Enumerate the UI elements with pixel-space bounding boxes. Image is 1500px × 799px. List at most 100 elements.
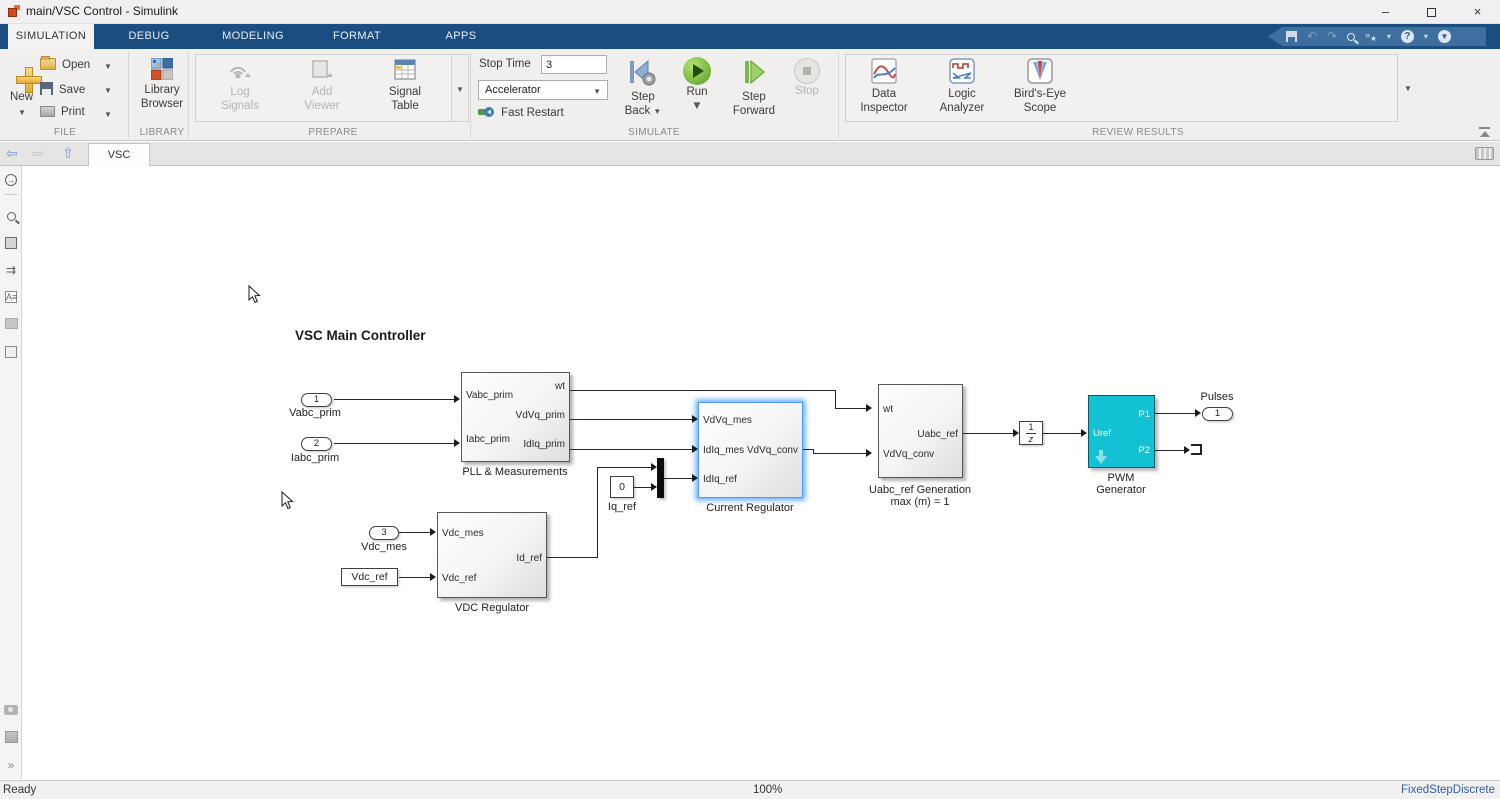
wire-id-ref[interactable] [547, 557, 597, 558]
add-viewer-button[interactable]: Add Viewer [282, 58, 362, 113]
constant-block[interactable]: 0 [610, 476, 634, 498]
print-button[interactable]: Print▼ [40, 106, 85, 124]
collapse-ribbon-icon[interactable] [1478, 127, 1491, 137]
restore-button[interactable] [1409, 0, 1454, 24]
pwm-generator-block[interactable]: Uref P1 P2 [1088, 395, 1155, 468]
image-icon[interactable] [0, 318, 22, 332]
wire-uabc-ref[interactable] [963, 433, 1013, 434]
minimize-button[interactable]: – [1363, 0, 1408, 24]
outport-1[interactable]: 1 [1202, 407, 1233, 421]
wire-p2[interactable] [1155, 450, 1184, 451]
stop-button[interactable]: Stop [767, 58, 847, 98]
up-to-parent-icon[interactable]: ⇧ [62, 145, 74, 162]
wire[interactable] [399, 532, 430, 533]
fast-restart-toggle[interactable]: Fast Restart [478, 106, 564, 119]
account-icon[interactable]: ▼ [1438, 30, 1451, 43]
redo-icon[interactable]: ↷ [1327, 27, 1337, 46]
wire[interactable] [570, 419, 692, 420]
mux-block[interactable] [657, 458, 664, 498]
wire-vdvq-conv[interactable] [803, 449, 813, 450]
unit-delay-block[interactable]: 1 z [1019, 421, 1043, 445]
quick-access-toolbar: ↶ ↷ »★ ▾ ? ▾ ▼ [1268, 27, 1486, 46]
library-browser-button[interactable]: Library Browser [122, 58, 202, 111]
birds-eye-scope-icon [1026, 58, 1054, 84]
back-icon[interactable]: ⇦ [6, 145, 18, 162]
wire-id-ref[interactable] [597, 467, 651, 468]
keyboard-icon[interactable] [1475, 147, 1494, 160]
model-canvas[interactable]: VSC Main Controller 1 Vabc_prim 2 Iabc_p… [22, 166, 1500, 779]
new-icon [16, 67, 42, 93]
tab-apps[interactable]: APPS [412, 24, 510, 49]
log-signals-button[interactable]: Log Signals [200, 58, 280, 113]
open-button[interactable]: Open▼ [40, 58, 90, 76]
vdc-ref-source-block[interactable]: Vdc_ref [341, 568, 398, 586]
pwm-generator-caption: PWM [1061, 472, 1181, 484]
inport-2[interactable]: 2 [301, 437, 332, 451]
wire-vdvq-conv[interactable] [813, 453, 866, 454]
inport-3[interactable]: 3 [369, 526, 399, 540]
pwm-mask-arrow-icon [1095, 450, 1107, 464]
wire[interactable] [570, 449, 692, 450]
ribbon-toolstrip: New ▼ Open▼ Save▼ Print▼ FILE Library Br… [0, 49, 1500, 141]
search-icon[interactable] [1347, 33, 1355, 41]
undo-icon[interactable]: ↶ [1307, 27, 1317, 46]
forward-icon[interactable]: ⇨ [32, 145, 44, 162]
terminator-block[interactable] [1191, 444, 1202, 455]
section-file: FILE [20, 127, 110, 138]
wire-p1[interactable] [1155, 413, 1195, 414]
palette-more-icon[interactable]: » [0, 758, 22, 772]
wire[interactable] [664, 478, 692, 479]
close-button[interactable]: × [1455, 0, 1500, 24]
section-library: LIBRARY [117, 127, 207, 138]
current-regulator-block[interactable]: VdVq_mes IdIq_mes IdIq_ref VdVq_conv [698, 402, 803, 498]
uabc-ref-generation-block[interactable]: wt VdVq_conv Uabc_ref [878, 384, 963, 478]
zoom-icon[interactable] [0, 210, 22, 224]
pll-measurements-block[interactable]: Vabc_prim Iabc_prim wt VdVq_prim IdIq_pr… [461, 372, 570, 462]
dropdown-icon[interactable]: ▾ [1387, 32, 1391, 41]
wire[interactable] [634, 487, 651, 488]
open-icon [40, 58, 56, 70]
model-breadcrumb-tab[interactable]: VSC Control [88, 143, 150, 166]
wire[interactable] [399, 577, 430, 578]
tab-format[interactable]: FORMAT [312, 24, 402, 49]
tab-modeling[interactable]: MODELING [204, 24, 302, 49]
inport-1[interactable]: 1 [301, 393, 332, 407]
birds-eye-scope-button[interactable]: Bird's-Eye Scope [1000, 58, 1080, 115]
vdc-regulator-block[interactable]: Vdc_mes Vdc_ref Id_ref [437, 512, 547, 598]
area-box-icon[interactable] [0, 346, 22, 361]
logic-analyzer-button[interactable]: Logic Analyzer [922, 58, 1002, 115]
screenshot-icon[interactable] [0, 704, 22, 718]
dropdown-icon[interactable]: ▾ [1424, 32, 1428, 41]
signal-table-button[interactable]: Signal Table [365, 58, 445, 113]
prepare-gallery-expand[interactable]: ▼ [452, 54, 469, 122]
wire-id-ref[interactable] [597, 467, 598, 558]
viewmarks-icon[interactable] [0, 731, 22, 746]
add-to-toolbar-icon[interactable]: »★ [1365, 26, 1377, 48]
logic-analyzer-icon [948, 58, 976, 84]
hide-browser-icon[interactable]: → [0, 172, 22, 186]
wire-wt[interactable] [835, 390, 836, 408]
tab-simulation[interactable]: SIMULATION [8, 24, 94, 49]
title-bar: main/VSC Control - Simulink – × [0, 0, 1500, 24]
wire-wt[interactable] [835, 408, 866, 409]
tab-debug[interactable]: DEBUG [104, 24, 194, 49]
annotation-icon[interactable]: A≡ [0, 291, 22, 303]
stop-time-input[interactable] [541, 55, 607, 74]
current-regulator-caption: Current Regulator [690, 502, 810, 514]
wire-wt[interactable] [570, 390, 835, 391]
fit-to-view-icon[interactable] [0, 237, 22, 252]
wire[interactable] [1043, 433, 1081, 434]
wire[interactable] [334, 443, 454, 444]
simulation-mode-select[interactable]: Accelerator▼ [478, 80, 608, 100]
route-signals-icon[interactable]: ⇉ [0, 263, 22, 277]
help-icon[interactable]: ? [1401, 30, 1414, 43]
mouse-cursor [281, 491, 294, 513]
solver-link[interactable]: FixedStepDiscrete [1401, 784, 1495, 796]
new-dropdown-icon[interactable]: ▼ [18, 108, 26, 117]
save-button[interactable]: Save▼ [40, 82, 85, 100]
save-icon[interactable] [1286, 31, 1297, 42]
wire[interactable] [334, 399, 454, 400]
ribbon-overflow-icon[interactable]: ▼ [1404, 84, 1412, 93]
data-inspector-button[interactable]: Data Inspector [844, 58, 924, 115]
inport-3-label: Vdc_mes [344, 541, 424, 553]
